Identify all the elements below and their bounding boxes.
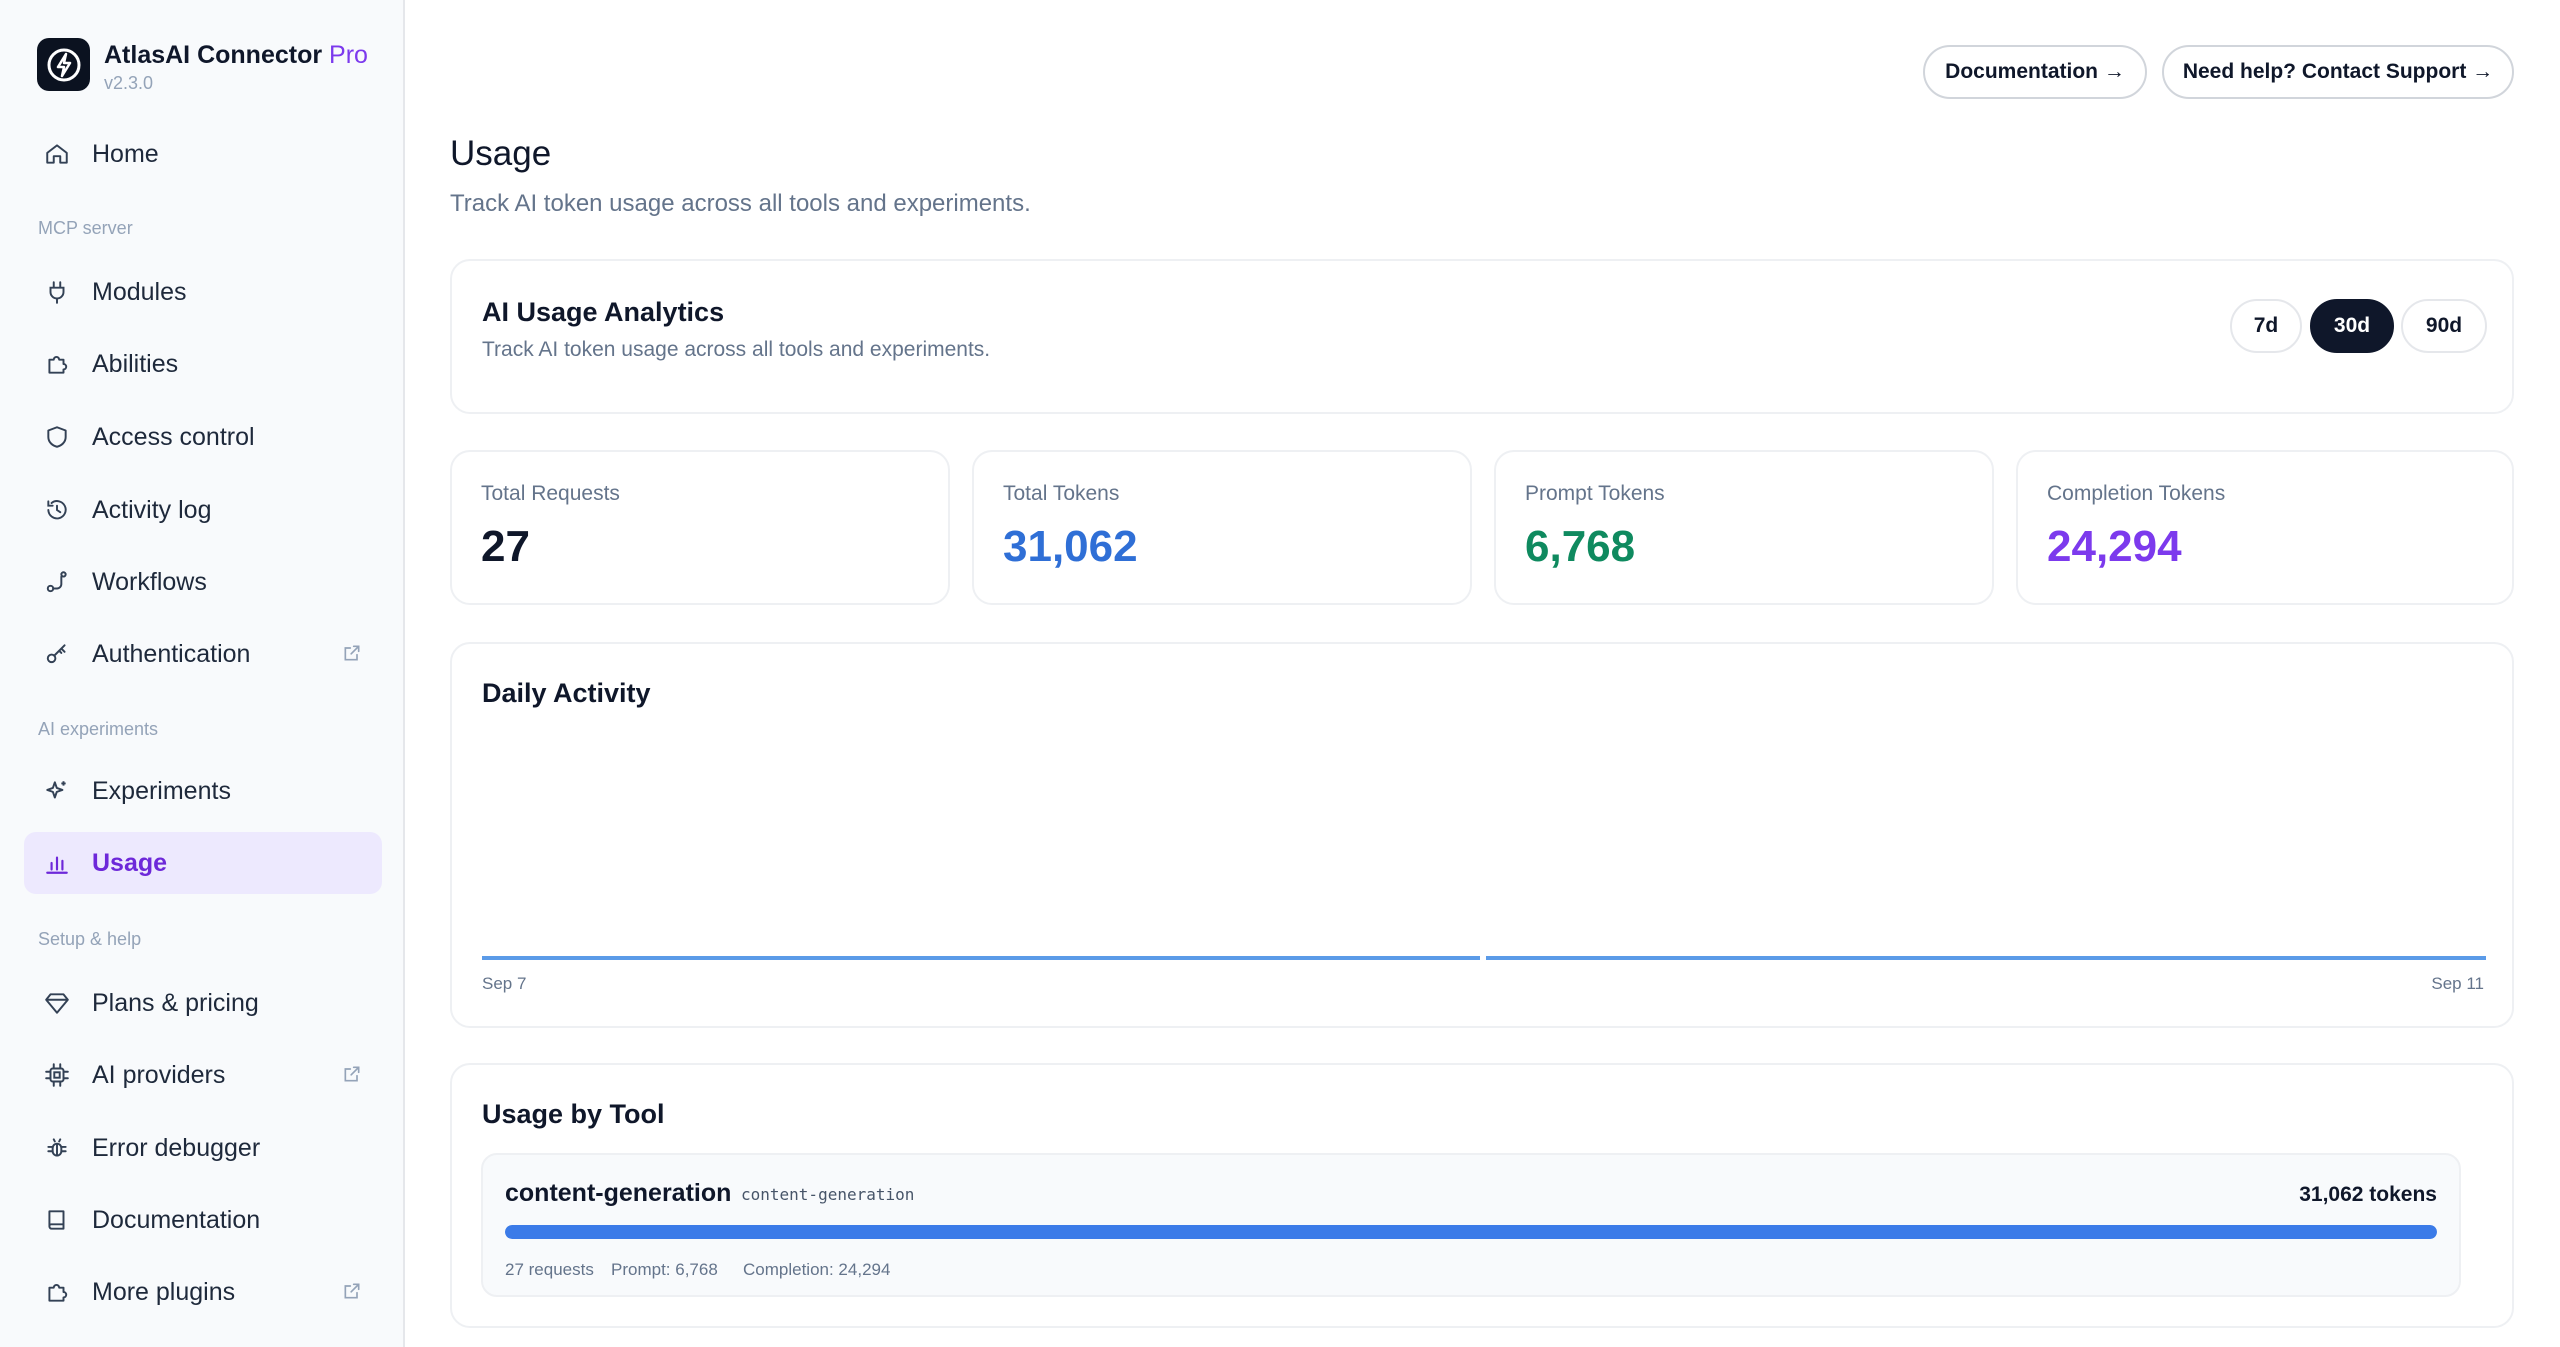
tool-requests: 27 requests: [505, 1260, 594, 1279]
home-icon: [42, 139, 72, 169]
stat-value: 24,294: [2047, 522, 2182, 571]
tool-completion-tokens: Completion: 24,294: [743, 1260, 891, 1279]
analytics-card: AI Usage Analytics Track AI token usage …: [450, 259, 2514, 414]
range-30d-button[interactable]: 30d: [2310, 299, 2394, 353]
sidebar-item-activity-log[interactable]: Activity log: [24, 479, 382, 541]
analytics-subtitle: Track AI token usage across all tools an…: [482, 338, 991, 361]
stat-label: Total Requests: [481, 482, 620, 505]
tool-code: content-generation: [741, 1185, 915, 1204]
book-icon: [42, 1205, 72, 1235]
sidebar-item-label: Error debugger: [92, 1133, 261, 1162]
bar-chart-icon: [42, 848, 72, 878]
daily-activity-title: Daily Activity: [482, 678, 651, 708]
sidebar-item-usage[interactable]: Usage: [24, 832, 382, 894]
brand-name: AtlasAI Connector: [104, 41, 323, 69]
sidebar-item-label: Home: [92, 139, 159, 168]
contact-support-button[interactable]: Need help? Contact Support →: [2162, 45, 2514, 99]
brand-title: AtlasAI Connector Pro: [104, 40, 368, 70]
section-setup-help: Setup & help: [38, 929, 142, 949]
tool-name: content-generation: [505, 1179, 732, 1207]
documentation-button[interactable]: Documentation →: [1923, 45, 2147, 99]
brand: AtlasAI Connector Pro v2.3.0: [37, 38, 368, 96]
workflow-icon: [42, 567, 72, 597]
range-90d-button[interactable]: 90d: [2401, 299, 2487, 353]
page-subtitle: Track AI token usage across all tools an…: [450, 190, 1031, 217]
shield-icon: [42, 422, 72, 452]
brand-tier: Pro: [329, 41, 368, 69]
tool-prompt-tokens: Prompt: 6,768: [611, 1260, 718, 1279]
stat-card-total-requests: Total Requests 27: [450, 450, 950, 605]
sidebar-item-authentication[interactable]: Authentication: [24, 623, 382, 685]
tool-usage-bar: [505, 1225, 2437, 1239]
history-icon: [42, 495, 72, 525]
page-title: Usage: [450, 134, 552, 173]
sidebar: AtlasAI Connector Pro v2.3.0 Home MCP se…: [0, 0, 405, 1347]
gem-icon: [42, 988, 72, 1018]
x-tick-start: Sep 7: [482, 974, 527, 993]
analytics-title: AI Usage Analytics: [482, 297, 725, 327]
puzzle-icon: [42, 1277, 72, 1307]
sidebar-item-plans-pricing[interactable]: Plans & pricing: [24, 972, 382, 1034]
sidebar-item-ai-providers[interactable]: AI providers: [24, 1044, 382, 1106]
sidebar-item-abilities[interactable]: Abilities: [24, 333, 382, 395]
usage-by-tool-card: Usage by Tool content-generation content…: [450, 1063, 2514, 1328]
stat-card-prompt-tokens: Prompt Tokens 6,768: [1494, 450, 1994, 605]
sidebar-item-access-control[interactable]: Access control: [24, 406, 382, 468]
sidebar-item-label: Workflows: [92, 567, 207, 596]
sidebar-item-home[interactable]: Home: [24, 123, 382, 185]
sidebar-item-label: Activity log: [92, 495, 212, 524]
x-tick-end: Sep 11: [2431, 974, 2484, 993]
sidebar-item-label: Plans & pricing: [92, 988, 259, 1017]
stat-card-total-tokens: Total Tokens 31,062: [972, 450, 1472, 605]
plug-icon: [42, 277, 72, 307]
section-mcp-server: MCP server: [38, 218, 133, 238]
tool-tokens: 31,062 tokens: [2299, 1183, 2437, 1206]
range-7d-button[interactable]: 7d: [2230, 299, 2302, 353]
sidebar-item-label: Usage: [92, 848, 168, 877]
sidebar-item-label: Documentation: [92, 1205, 261, 1234]
sidebar-item-workflows[interactable]: Workflows: [24, 551, 382, 613]
sidebar-item-label: More plugins: [92, 1277, 236, 1306]
puzzle-icon: [42, 349, 72, 379]
key-icon: [42, 639, 72, 669]
stat-card-completion-tokens: Completion Tokens 24,294: [2016, 450, 2514, 605]
sidebar-item-modules[interactable]: Modules: [24, 261, 382, 323]
external-link-icon: [342, 1064, 362, 1089]
sidebar-item-label: Abilities: [92, 349, 179, 378]
tool-row: content-generation content-generation 31…: [481, 1153, 2461, 1297]
stat-label: Prompt Tokens: [1525, 482, 1665, 505]
sidebar-item-experiments[interactable]: Experiments: [24, 760, 382, 822]
stat-value: 27: [481, 522, 530, 571]
chip-icon: [42, 1060, 72, 1090]
sidebar-item-label: AI providers: [92, 1060, 226, 1089]
stat-value: 31,062: [1003, 522, 1138, 571]
logo-icon: [37, 38, 90, 91]
stat-label: Completion Tokens: [2047, 482, 2226, 505]
bug-icon: [42, 1133, 72, 1163]
sparkles-icon: [42, 776, 72, 806]
sidebar-item-error-debugger[interactable]: Error debugger: [24, 1117, 382, 1179]
sidebar-item-label: Authentication: [92, 639, 251, 668]
usage-by-tool-title: Usage by Tool: [482, 1099, 665, 1129]
daily-activity-chart: [482, 956, 2486, 960]
sidebar-item-label: Access control: [92, 422, 255, 451]
sidebar-item-label: Modules: [92, 277, 187, 306]
daily-activity-card: Daily Activity Sep 7 Sep 11: [450, 642, 2514, 1028]
section-ai-experiments: AI experiments: [38, 719, 159, 739]
sidebar-item-label: Experiments: [92, 776, 231, 805]
stat-label: Total Tokens: [1003, 482, 1120, 505]
external-link-icon: [342, 1281, 362, 1306]
tool-usage-bar-fill: [505, 1225, 2437, 1239]
brand-version: v2.3.0: [104, 73, 154, 93]
external-link-icon: [342, 643, 362, 668]
stat-value: 6,768: [1525, 522, 1636, 571]
sidebar-item-documentation[interactable]: Documentation: [24, 1189, 382, 1251]
sidebar-item-more-plugins[interactable]: More plugins: [24, 1261, 382, 1323]
